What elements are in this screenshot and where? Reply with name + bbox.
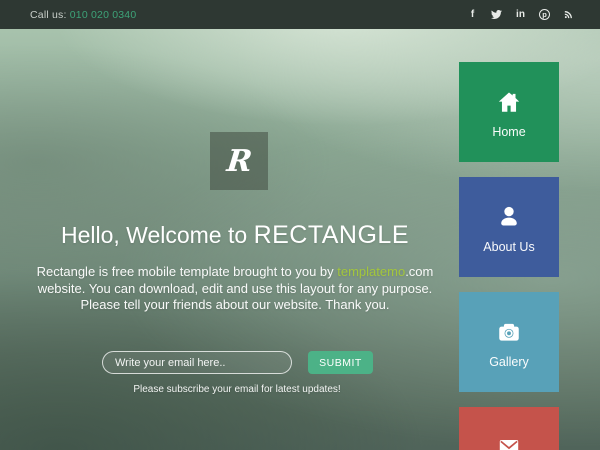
subscribe-note: Please subscribe your email for latest u… [0, 384, 474, 395]
linkedin-icon[interactable]: in [513, 7, 528, 22]
hero-description: Rectangle is free mobile template brough… [25, 264, 445, 314]
sidebar-item-label: About Us [483, 240, 534, 255]
sidebar-item-label: Gallery [489, 355, 529, 370]
sidebar-item-gallery[interactable]: Gallery [459, 292, 559, 392]
rss-icon[interactable] [561, 7, 576, 22]
user-icon [496, 203, 522, 231]
logo-letter: R [225, 144, 254, 179]
sidebar-item-label: Home [492, 125, 525, 140]
sidebar-item-home[interactable]: Home [459, 62, 559, 162]
hero-logo: R [210, 132, 268, 190]
page-title: Hello, Welcome to RECTANGLE [0, 221, 470, 250]
call-us-label: Call us: 010 020 0340 [30, 9, 136, 21]
sidebar-item-contact[interactable] [459, 407, 559, 450]
topbar: Call us: 010 020 0340 f in p [0, 0, 600, 29]
home-icon [496, 88, 522, 116]
social-icons: f in p [465, 0, 576, 29]
envelope-icon [496, 433, 522, 450]
email-input[interactable] [102, 351, 292, 374]
twitter-icon[interactable] [489, 7, 504, 22]
facebook-icon[interactable]: f [465, 7, 480, 22]
sidebar-item-about[interactable]: About Us [459, 177, 559, 277]
title-brand: RECTANGLE [254, 221, 409, 249]
submit-button[interactable]: SUBMIT [308, 351, 373, 374]
templatemo-link[interactable]: templatemo [337, 264, 405, 279]
pinterest-icon[interactable]: p [537, 7, 552, 22]
camera-icon [496, 318, 522, 346]
phone-number: 010 020 0340 [70, 9, 137, 21]
